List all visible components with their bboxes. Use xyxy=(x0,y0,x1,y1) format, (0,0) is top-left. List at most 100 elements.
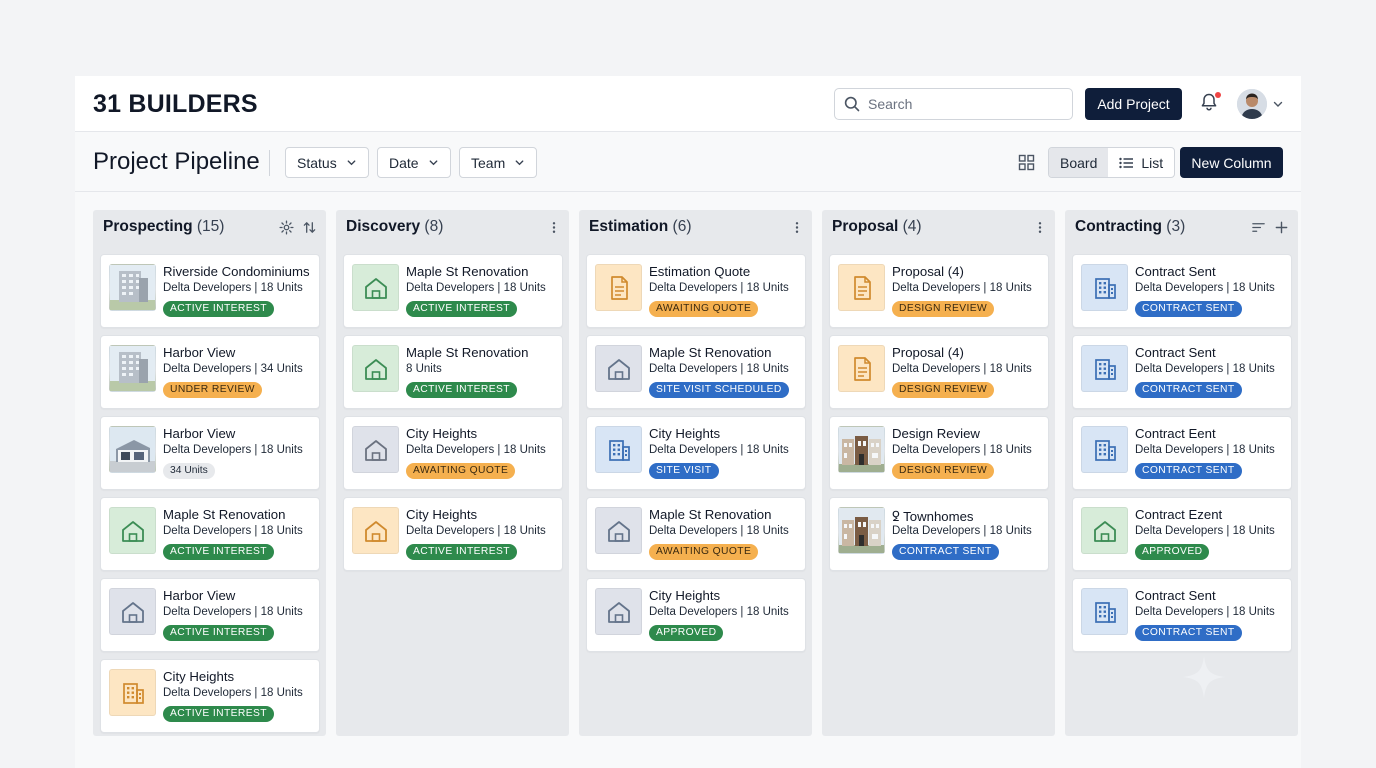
house-icon xyxy=(109,588,156,635)
column-count: (4) xyxy=(902,218,922,235)
project-card[interactable]: Contract Sent Delta Developers | 18 Unit… xyxy=(1072,254,1292,328)
column-name: Contracting xyxy=(1075,218,1162,235)
card-list: Maple St Renovation Delta Developers | 1… xyxy=(336,244,569,571)
column-estimation: Estimation (6) Estimation Quote Delta De… xyxy=(579,210,812,736)
list-view-tab[interactable]: List xyxy=(1108,148,1174,177)
card-title: City Heights xyxy=(649,426,721,441)
project-card[interactable]: Riverside Condominiums Delta Developers … xyxy=(100,254,320,328)
status-filter[interactable]: Status xyxy=(285,147,369,178)
column-discovery: Discovery (8) Maple St Renovation Delta … xyxy=(336,210,569,736)
apartment-photo-icon xyxy=(109,345,156,392)
status-badge: ACTIVE INTEREST xyxy=(406,544,517,560)
search-box[interactable] xyxy=(834,88,1073,120)
project-card[interactable]: Contract Sent Delta Developers | 18 Unit… xyxy=(1072,335,1292,409)
chevron-down-icon[interactable] xyxy=(1272,98,1284,110)
column-name: Estimation xyxy=(589,218,669,235)
project-card[interactable]: City Heights Delta Developers | 18 Units… xyxy=(343,416,563,490)
status-badge: SITE VISIT SCHEDULED xyxy=(649,382,789,398)
house-icon xyxy=(352,507,399,554)
team-filter[interactable]: Team xyxy=(459,147,538,178)
card-title: ꝿ Townhomes xyxy=(892,509,974,524)
project-card[interactable]: Maple St Renovation 8 Units ACTIVE INTER… xyxy=(343,335,563,409)
brand-logo[interactable]: 31 BUILDERS xyxy=(93,90,258,119)
app-window: 31 BUILDERS Add Project Project Pipeline… xyxy=(75,76,1301,768)
card-title: Contract Sent xyxy=(1135,588,1216,603)
project-card[interactable]: Maple St Renovation Delta Developers | 1… xyxy=(586,335,806,409)
project-card[interactable]: Proposal (4) Delta Developers | 18 Units… xyxy=(829,254,1049,328)
status-badge: AWAITING QUOTE xyxy=(649,301,759,317)
search-icon xyxy=(844,96,860,112)
date-filter[interactable]: Date xyxy=(377,147,451,178)
apartment-photo-icon xyxy=(109,264,156,311)
sort-icon[interactable] xyxy=(302,220,317,235)
project-card[interactable]: ꝿ Townhomes Delta Developers | 18 Units … xyxy=(829,497,1049,571)
card-title: Maple St Renovation xyxy=(649,507,772,522)
project-card[interactable]: Contract Ezent Delta Developers | 18 Uni… xyxy=(1072,497,1292,571)
filter-lines-icon[interactable] xyxy=(1251,220,1266,235)
project-card[interactable]: Maple St Renovation Delta Developers | 1… xyxy=(100,497,320,571)
project-card[interactable]: Estimation Quote Delta Developers | 18 U… xyxy=(586,254,806,328)
board-view-tab[interactable]: Board xyxy=(1049,148,1109,177)
card-title: Contract Sent xyxy=(1135,264,1216,279)
project-card[interactable]: City Heights Delta Developers | 18 Units… xyxy=(586,578,806,652)
project-card[interactable]: City Heights Delta Developers | 18 Units… xyxy=(586,416,806,490)
grid-view-icon[interactable] xyxy=(1018,154,1035,171)
building-icon xyxy=(595,426,642,473)
plus-icon[interactable] xyxy=(1274,220,1289,235)
more-vertical-icon[interactable] xyxy=(548,220,560,235)
chevron-down-icon xyxy=(347,160,356,166)
card-subtitle: Delta Developers | 18 Units xyxy=(1135,363,1275,375)
user-avatar[interactable] xyxy=(1237,89,1267,119)
card-subtitle: 8 Units xyxy=(406,363,442,375)
card-subtitle: Delta Developers | 18 Units xyxy=(1135,606,1275,618)
notifications-button[interactable] xyxy=(1199,92,1221,114)
tab-label: List xyxy=(1141,154,1164,171)
card-title: Harbor View xyxy=(163,345,236,360)
card-title: City Heights xyxy=(406,426,478,441)
document-icon xyxy=(838,264,885,311)
card-subtitle: Delta Developers | 18 Units xyxy=(163,444,303,456)
project-card[interactable]: Maple St Renovation Delta Developers | 1… xyxy=(343,254,563,328)
column-header: Estimation (6) xyxy=(579,210,812,244)
status-badge: CONTRACT SENT xyxy=(1135,382,1242,398)
gear-icon[interactable] xyxy=(279,219,294,235)
column-title: Proposal (4) xyxy=(832,218,922,236)
project-card[interactable]: Harbor View Delta Developers | 34 Units … xyxy=(100,335,320,409)
status-badge: AWAITING QUOTE xyxy=(406,463,516,479)
project-card[interactable]: Contract Eent Delta Developers | 18 Unit… xyxy=(1072,416,1292,490)
project-card[interactable]: Harbor View Delta Developers | 18 Units … xyxy=(100,578,320,652)
list-icon xyxy=(1119,157,1134,168)
building-icon xyxy=(109,669,156,716)
filter-label: Status xyxy=(297,154,337,171)
column-count: (15) xyxy=(196,218,225,235)
more-vertical-icon[interactable] xyxy=(791,220,803,235)
project-card[interactable]: Contract Sent Delta Developers | 18 Unit… xyxy=(1072,578,1292,652)
card-title: Harbor View xyxy=(163,426,236,441)
house-photo-icon xyxy=(109,426,156,473)
card-subtitle: Delta Developers | 18 Units xyxy=(649,525,789,537)
card-title: Maple St Renovation xyxy=(649,345,772,360)
add-project-button[interactable]: Add Project xyxy=(1085,88,1182,120)
card-subtitle: Delta Developers | 18 Units xyxy=(406,282,546,294)
column-count: (8) xyxy=(424,218,444,235)
search-input[interactable] xyxy=(868,96,1058,112)
project-card[interactable]: Proposal (4) Delta Developers | 18 Units… xyxy=(829,335,1049,409)
pipeline-toolbar: Project Pipeline Status Date Team Board … xyxy=(75,132,1301,192)
project-card[interactable]: City Heights Delta Developers | 18 Units… xyxy=(100,659,320,733)
project-card[interactable]: City Heights Delta Developers | 18 Units… xyxy=(343,497,563,571)
new-column-button[interactable]: New Column xyxy=(1180,147,1283,178)
status-badge: ACTIVE INTEREST xyxy=(163,544,274,560)
chevron-down-icon xyxy=(429,160,437,166)
house-icon xyxy=(109,507,156,554)
card-subtitle: Delta Developers | 18 Units xyxy=(892,363,1032,375)
townhouse-photo-icon xyxy=(838,426,885,473)
project-card[interactable]: Harbor View Delta Developers | 18 Units … xyxy=(100,416,320,490)
house-icon xyxy=(1081,507,1128,554)
project-card[interactable]: Design Review Delta Developers | 18 Unit… xyxy=(829,416,1049,490)
card-list: Riverside Condominiums Delta Developers … xyxy=(93,244,326,733)
column-proposal: Proposal (4) Proposal (4) Delta Develope… xyxy=(822,210,1055,736)
column-actions xyxy=(1251,220,1289,235)
project-card[interactable]: Maple St Renovation Delta Developers | 1… xyxy=(586,497,806,571)
more-vertical-icon[interactable] xyxy=(1034,220,1046,235)
card-subtitle: Delta Developers | 18 Units xyxy=(649,282,789,294)
